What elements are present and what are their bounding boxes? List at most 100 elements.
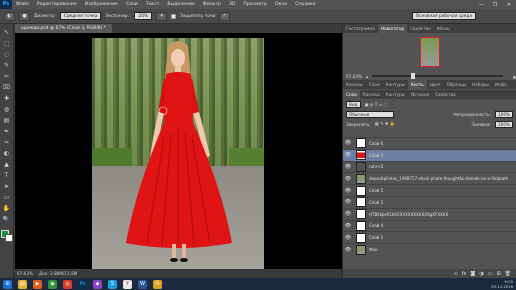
panel-tab[interactable]: История [408, 90, 432, 99]
document-tab[interactable]: одежда.psd @ 67% (Слой 3, RGB/8) * [15, 24, 112, 33]
skype-icon[interactable]: S [108, 279, 117, 289]
navigator-preview[interactable] [343, 33, 516, 72]
menu-item[interactable]: Выделение [163, 2, 198, 7]
panel-tab[interactable]: Кисть [407, 80, 427, 89]
tool-icon[interactable]: ⬚ [2, 39, 12, 48]
layer-row[interactable]: 👁 Слой 5 [343, 184, 516, 196]
photoshop-taskbar-icon[interactable]: Ps [78, 279, 87, 289]
visibility-eye-icon[interactable]: 👁 [343, 247, 353, 253]
tool-icon[interactable]: ▤ [2, 116, 12, 125]
layer-row[interactable]: 👁 Фон [343, 243, 516, 255]
tool-icon[interactable]: ◍ [2, 105, 12, 114]
workspace-select[interactable]: Основная рабочая среда [411, 12, 476, 20]
exposure-input[interactable]: 20% [134, 12, 153, 20]
visibility-eye-icon[interactable]: 👁 [343, 140, 353, 146]
group-icon[interactable]: ▭ [488, 271, 493, 277]
tool-icon[interactable]: ✒ [2, 127, 12, 136]
tool-icon[interactable]: T [2, 171, 12, 180]
layer-row[interactable]: 👁 Слой 4 [343, 219, 516, 232]
visibility-eye-icon[interactable]: 👁 [343, 188, 353, 194]
link-layers-icon[interactable]: ∞ [454, 271, 458, 277]
visibility-eye-icon[interactable]: 👁 [343, 235, 353, 241]
yandex-icon[interactable]: Y [123, 279, 132, 289]
close-button[interactable]: ✕ [502, 0, 516, 9]
background-color-swatch[interactable] [4, 234, 13, 242]
pressure-icon[interactable]: ✍ [219, 11, 231, 21]
panel-tab[interactable]: Гистограмма [343, 24, 378, 33]
lock-icons[interactable]: ▦ ✎ ✚ 🔒 [375, 121, 395, 127]
panel-tab[interactable]: Образцы [444, 80, 470, 89]
menu-item[interactable]: Редактирование [33, 2, 81, 7]
trash-icon[interactable]: 🗑 [505, 271, 511, 277]
panel-tab[interactable]: Навигатор [377, 24, 408, 33]
panel-tab[interactable]: Контуры [383, 80, 408, 89]
system-tray-clock[interactable]: 9:25 25.11.2016 [491, 279, 513, 289]
protect-tones-checkbox[interactable] [171, 13, 177, 19]
tool-icon[interactable]: 🔍 [2, 215, 12, 224]
adjustment-icon[interactable]: ◑ [479, 271, 483, 277]
new-layer-icon[interactable]: ⊞ [496, 271, 500, 277]
tool-icon[interactable]: ↖ [2, 28, 12, 37]
tool-icon[interactable]: ➤ [2, 182, 12, 191]
tool-icon[interactable]: ≈ [2, 138, 12, 147]
menu-item[interactable]: Фильтр [199, 2, 225, 7]
navigator-zoom-value[interactable]: 67,03% [346, 74, 362, 79]
blend-mode-select[interactable]: Обычные [346, 110, 394, 118]
menu-item[interactable]: Текст [142, 2, 164, 7]
fx-icon[interactable]: fx [462, 271, 467, 277]
photo-canvas[interactable] [92, 38, 264, 269]
tool-preset-icon[interactable]: ◐ [4, 11, 15, 21]
layer-row[interactable]: 👁 ruhr+2 [343, 160, 516, 173]
color-swatches[interactable] [0, 230, 13, 242]
visibility-eye-icon[interactable]: 👁 [343, 223, 353, 229]
layer-row[interactable]: 👁 Слой 6 [343, 137, 516, 149]
panel-tab[interactable]: Абзац [434, 24, 453, 33]
layer-kind-filter[interactable]: Вид [346, 100, 361, 108]
layer-row[interactable]: 👁 Слой 2 [343, 195, 516, 208]
menu-item[interactable]: Изображение [81, 2, 122, 7]
panel-tab[interactable]: Контуры [383, 90, 408, 99]
filter-icons[interactable]: ▣ ◎ T ▭ ⬚ [365, 102, 388, 107]
layer-row[interactable]: 👁 depositphotos_1968757-stock-photo-thoug… [343, 172, 516, 184]
layer-row[interactable]: 👁 Слой 1 [343, 231, 516, 243]
menu-item[interactable]: Слои [122, 2, 142, 7]
panel-tab[interactable]: Наборы [469, 80, 492, 89]
tool-icon[interactable]: ✂ [2, 72, 12, 81]
visibility-eye-icon[interactable]: 👁 [343, 199, 353, 205]
panel-tab[interactable]: Инфо [492, 80, 510, 89]
tool-icon[interactable]: ✋ [2, 204, 12, 213]
navigator-thumbnail[interactable] [420, 37, 440, 67]
panel-tab[interactable]: Слои [343, 90, 360, 99]
fill-input[interactable]: 100% [495, 120, 513, 128]
visibility-eye-icon[interactable]: 👁 [343, 211, 353, 217]
panel-tab[interactable]: Свойства [407, 24, 433, 33]
menu-item[interactable]: Справка [291, 2, 319, 7]
panel-tab[interactable]: Свойства [432, 90, 458, 99]
visibility-eye-icon[interactable]: 👁 [343, 176, 353, 182]
zoom-slider[interactable] [372, 73, 503, 79]
tool-icon[interactable]: ⌧ [2, 83, 12, 92]
panel-tab[interactable]: Цвет [427, 80, 444, 89]
panel-tab[interactable]: Слои [366, 80, 383, 89]
range-select[interactable]: Средняя точка [59, 12, 102, 20]
tool-icon[interactable]: ✚ [2, 94, 12, 103]
tool-icon[interactable]: ▲ [2, 160, 12, 169]
menu-item[interactable]: Просмотр [239, 2, 271, 7]
visibility-eye-icon[interactable]: 👁 [343, 164, 353, 170]
tool-icon[interactable]: ◐ [2, 149, 12, 158]
zoom-readout[interactable]: 67,03% [17, 271, 33, 276]
opacity-input[interactable]: 100% [495, 110, 513, 118]
tool-icon[interactable]: ◌ [2, 50, 12, 59]
zoom-slider-knob[interactable] [411, 73, 416, 79]
canvas-area[interactable] [15, 33, 342, 269]
brush-preset-icon[interactable]: ● [19, 11, 30, 21]
layer-row[interactable]: 👁 Слой 3 [343, 148, 516, 161]
start-button[interactable]: ⊞ [3, 279, 12, 289]
app-icon[interactable]: ◆ [93, 279, 102, 289]
visibility-eye-icon[interactable]: 👁 [343, 152, 353, 158]
mail-icon[interactable]: ✉ [153, 279, 162, 289]
explorer-icon[interactable]: ▤ [18, 279, 27, 289]
tool-icon[interactable]: ▭ [2, 193, 12, 202]
chrome-icon[interactable]: ◎ [63, 279, 72, 289]
menu-item[interactable]: 3D [225, 2, 239, 7]
